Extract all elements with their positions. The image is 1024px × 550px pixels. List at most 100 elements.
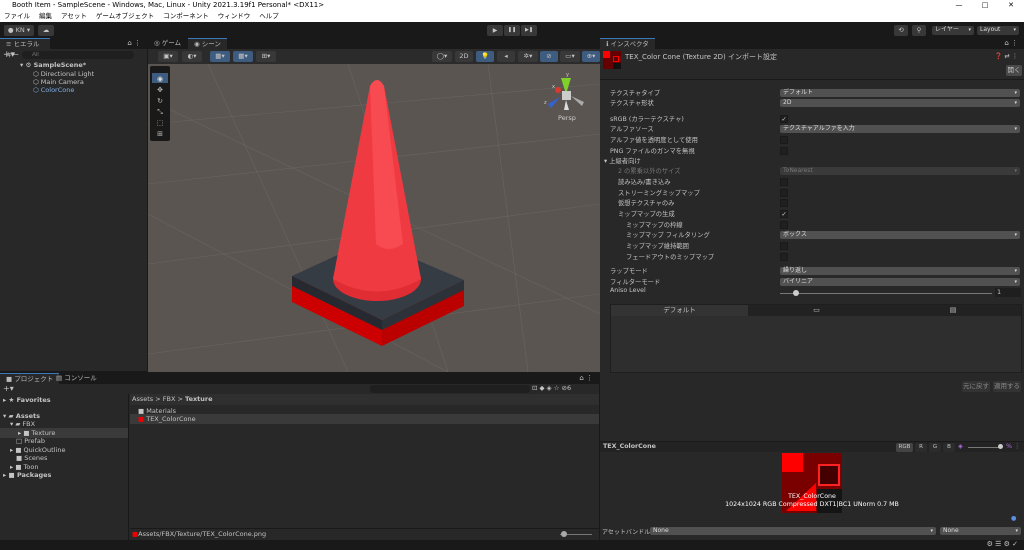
cloud-button[interactable]: ☁ xyxy=(38,25,54,36)
field-checkbox[interactable] xyxy=(780,199,788,207)
grid-snap-button[interactable]: ▦▾ xyxy=(210,51,230,62)
field-dropdown[interactable]: デフォルト xyxy=(780,89,1020,97)
asset-bundle-dropdown[interactable]: None xyxy=(650,527,936,535)
asset-bundle-variant-dropdown[interactable]: None xyxy=(940,527,1021,535)
menu-assets[interactable]: アセット xyxy=(61,11,87,22)
gizmo-global-button[interactable]: ◐▾ xyxy=(182,51,202,62)
rotate-tool-icon[interactable]: ↻ xyxy=(157,97,163,105)
aniso-input[interactable]: 1 xyxy=(995,288,1021,297)
tab-scene[interactable]: ◉ シーン xyxy=(188,38,227,49)
pause-button[interactable]: ❚❚ xyxy=(504,25,520,36)
hierarchy-search-input[interactable] xyxy=(22,51,134,59)
field-dropdown[interactable]: 繰り返し xyxy=(780,267,1020,275)
lock-icon[interactable]: ⌂ ⋮ xyxy=(1004,39,1018,47)
apply-button[interactable]: 適用する xyxy=(993,381,1021,392)
menu-help[interactable]: ヘルプ xyxy=(259,11,279,22)
field-checkbox[interactable] xyxy=(780,189,788,197)
channel-r-button[interactable]: R xyxy=(915,443,927,452)
breadcrumb-fbx[interactable]: FBX xyxy=(163,395,176,403)
platform-tab-default[interactable]: デフォルト xyxy=(611,305,748,316)
tree-favorites[interactable]: ▸ ★ Favorites xyxy=(0,395,128,405)
menu-file[interactable]: ファイル xyxy=(4,11,30,22)
platform-tab-standalone-monitor-icon[interactable]: ▭ xyxy=(748,305,885,316)
lock-icon[interactable]: ⌂ ⋮ xyxy=(579,374,593,382)
status-icons[interactable]: ⚙ ☰ ⚙ ✓ xyxy=(987,540,1018,548)
file-item-tex-colorcone[interactable]: ■ TEX_ColorCone xyxy=(130,414,599,424)
scale-tool-icon[interactable]: ⤡ xyxy=(157,108,163,116)
play-button[interactable]: ▶ xyxy=(487,25,503,36)
audio-toggle[interactable]: ◂ xyxy=(497,51,515,62)
field-checkbox[interactable]: ✓ xyxy=(780,115,788,123)
snap-button[interactable]: ▦▾ xyxy=(233,51,253,62)
persp-label[interactable]: Persp xyxy=(558,114,576,122)
field-checkbox[interactable] xyxy=(780,178,788,186)
layout-dropdown[interactable]: Layout xyxy=(977,26,1019,35)
help-settings-icons[interactable]: ❓ ⇄ ⋮ xyxy=(995,52,1018,60)
open-button[interactable]: 開く xyxy=(1006,65,1022,76)
tab-inspector[interactable]: ℹ インスペクター xyxy=(600,38,655,59)
move-tool-icon[interactable]: ✥ xyxy=(157,86,163,94)
history-icon[interactable]: ⟲ xyxy=(894,25,908,36)
hierarchy-item-selected[interactable]: ⬡ ColorCone xyxy=(0,85,147,95)
align-button[interactable]: ⊞▾ xyxy=(256,51,276,62)
minimize-button[interactable]: — xyxy=(946,0,972,11)
channel-b-button[interactable]: B xyxy=(943,443,955,452)
breadcrumb-assets[interactable]: Assets xyxy=(132,395,153,403)
field-dropdown[interactable]: バイリニア xyxy=(780,278,1020,286)
tree-packages[interactable]: ▸ ■ Packages xyxy=(0,470,128,480)
platform-tab-webgl-icon[interactable]: ▤ xyxy=(885,305,1021,316)
field-checkbox[interactable] xyxy=(780,242,788,250)
shading-button[interactable]: ◯▾ xyxy=(432,51,452,62)
effects-button[interactable]: ✲▾ xyxy=(518,51,538,62)
field-checkbox[interactable] xyxy=(780,147,788,155)
tab-hierarchy[interactable]: ≡ ヒエラルキー xyxy=(0,38,50,59)
channel-g-button[interactable]: G xyxy=(929,443,941,452)
menu-window[interactable]: ウィンドウ xyxy=(218,11,251,22)
account-button[interactable]: ● KN ▾ xyxy=(4,25,34,36)
field-checkbox[interactable] xyxy=(780,221,788,229)
draw-mode-button[interactable]: ▣▾ xyxy=(158,51,178,62)
revert-button[interactable]: 元に戻す xyxy=(962,381,990,392)
lighting-toggle[interactable]: 💡 xyxy=(476,51,494,62)
tab-console[interactable]: ▤ コンソール xyxy=(50,373,103,384)
field-checkbox[interactable] xyxy=(780,136,788,144)
field-dropdown[interactable]: ボックス xyxy=(780,231,1020,239)
layers-dropdown[interactable]: レイヤー xyxy=(932,26,974,35)
menu-component[interactable]: コンポーネント xyxy=(163,11,209,22)
project-filter-icons[interactable]: ⊡ ◆ ◈ ☆ ⊘6 xyxy=(532,384,571,392)
scene-viewport[interactable]: ◉ ✥ ↻ ⤡ ⬚ ⊞ y z x Persp xyxy=(148,64,600,372)
advanced-foldout[interactable]: ▾ 上級者向け xyxy=(604,156,641,165)
field-checkbox[interactable]: ✓ xyxy=(780,210,788,218)
menu-edit[interactable]: 編集 xyxy=(39,11,52,22)
project-search-input[interactable] xyxy=(370,385,530,393)
field-dropdown[interactable]: 2D xyxy=(780,99,1020,107)
search-icon[interactable]: ⚲ xyxy=(912,25,926,36)
hidden-toggle[interactable]: ⊘ xyxy=(540,51,558,62)
lock-icon[interactable]: ⌂ ⋮ xyxy=(127,39,141,47)
field-checkbox[interactable] xyxy=(780,253,788,261)
add-button[interactable]: +▾ xyxy=(3,50,15,60)
channel-rgb-button[interactable]: RGB xyxy=(896,443,913,452)
aniso-slider[interactable] xyxy=(780,293,992,294)
slider-handle[interactable] xyxy=(561,531,567,537)
menu-gameobject[interactable]: ゲームオブジェクト xyxy=(96,11,154,22)
close-button[interactable]: ✕ xyxy=(998,0,1024,11)
field-dropdown[interactable]: テクスチャアルファを入力 xyxy=(780,125,1020,133)
gizmos-button[interactable]: ⊕▾ xyxy=(582,51,600,62)
maximize-button[interactable]: □ xyxy=(972,0,998,11)
alpha-icon[interactable]: ◈ xyxy=(958,443,963,450)
create-button[interactable]: +▾ xyxy=(3,384,14,393)
breadcrumb-texture[interactable]: Texture xyxy=(185,395,213,403)
mip-slider[interactable] xyxy=(968,447,1000,448)
label-tag-icon[interactable]: ● xyxy=(1011,515,1017,522)
2d-toggle[interactable]: 2D xyxy=(455,51,473,62)
camera-button[interactable]: ▭▾ xyxy=(560,51,580,62)
tab-game[interactable]: ◎ ゲーム xyxy=(148,38,187,49)
step-button[interactable]: ▶❚ xyxy=(521,25,537,36)
mip-slider-handle[interactable] xyxy=(998,444,1003,449)
field-dropdown[interactable]: ToNearest xyxy=(780,167,1020,175)
aniso-slider-handle[interactable] xyxy=(792,290,799,296)
transform-tool-icon[interactable]: ⊞ xyxy=(157,130,163,138)
rect-tool-icon[interactable]: ⬚ xyxy=(157,119,164,127)
mip-icon[interactable]: % ⋮ xyxy=(1006,443,1020,450)
